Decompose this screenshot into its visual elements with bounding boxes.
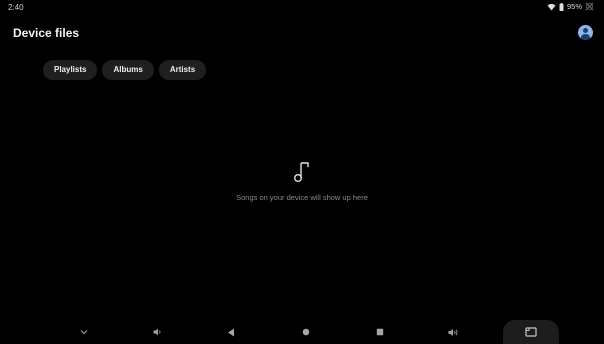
battery-icon [559, 2, 564, 11]
system-nav-bar [0, 320, 604, 344]
account-avatar-icon[interactable] [578, 25, 593, 40]
wifi-icon [547, 3, 556, 11]
status-time: 2:40 [8, 3, 24, 12]
chip-artists[interactable]: Artists [158, 60, 207, 80]
battery-percent: 95% [566, 2, 582, 11]
chip-playlists[interactable]: Playlists [43, 60, 98, 80]
empty-state-message: Songs on your device will show up here [236, 193, 368, 202]
status-icons: 95% [547, 2, 594, 11]
data-saver-icon [585, 2, 594, 11]
chevron-down-icon[interactable] [73, 324, 95, 340]
top-app-bar: Device files [0, 22, 604, 46]
status-bar: 2:40 95% [0, 0, 604, 16]
recents-icon[interactable] [369, 324, 391, 340]
avatar-head [583, 28, 588, 33]
avatar-torso [581, 34, 590, 40]
volume-up-icon[interactable] [443, 324, 465, 340]
back-icon[interactable] [220, 324, 242, 340]
chip-albums[interactable]: Albums [102, 60, 154, 80]
screenshot-icon[interactable] [503, 320, 559, 344]
empty-state: Songs on your device will show up here [0, 160, 604, 202]
music-note-icon [294, 162, 309, 182]
home-icon[interactable] [295, 324, 317, 340]
page-title: Device files [13, 26, 80, 40]
filter-chips: Playlists Albums Artists [43, 60, 207, 80]
volume-down-icon[interactable] [146, 324, 168, 340]
